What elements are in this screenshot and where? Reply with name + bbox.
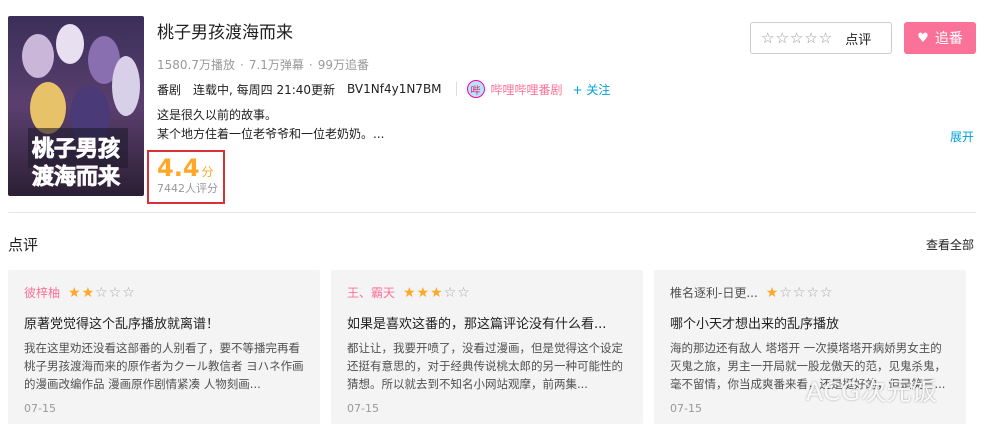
cover-title-top: 桃子男孩 [32, 136, 120, 162]
review-card[interactable]: 彼梓柚 ★★☆☆☆ 原著党觉得这个乱序播放就离谱！ 我在这里劝还没看这部番的人别… [8, 270, 320, 424]
review-date: 07-15 [347, 402, 379, 415]
review-stars: ★☆☆☆☆ [766, 285, 834, 301]
star-filled-icon: ★ [68, 284, 82, 301]
star-empty-icon: ☆ [95, 284, 109, 301]
star-empty-icon: ☆ [779, 284, 793, 301]
review-date: 07-15 [24, 402, 56, 415]
star-empty-icon: ☆ [792, 284, 807, 301]
star-icons: ☆☆☆☆☆ [761, 29, 834, 47]
follow-anime-label: 追番 [934, 31, 963, 47]
score-value: 4.4 [157, 154, 200, 182]
description: 这是很久以前的故事。 某个地方住着一位老爷爷和一位老奶奶。... [157, 106, 677, 144]
star-empty-icon: ☆ [806, 284, 821, 301]
watermark: ACG次元饭 [806, 377, 938, 406]
uploader-name[interactable]: 哔哩哔哩番剧 [491, 81, 563, 98]
uploader-avatar[interactable]: 哔 [466, 80, 485, 98]
air-status: 连载中, 每周四 21:40更新 [193, 82, 336, 97]
star-filled-icon: ★ [416, 284, 431, 301]
heart-icon: ♥ [917, 30, 929, 46]
reviews-section-title: 点评 [8, 236, 39, 254]
review-title: 如果是喜欢这番的，那这篇评论没有什么看... [347, 317, 607, 332]
danmaku-count: 7.1万弹幕 [248, 58, 304, 72]
star-empty-icon: ☆ [820, 284, 834, 301]
review-stars: ★★☆☆☆ [68, 285, 136, 301]
review-card[interactable]: 王、霸天 ★★★☆☆ 如果是喜欢这番的，那这篇评论没有什么看... 都让让，我要… [331, 270, 643, 424]
review-user[interactable]: 彼梓柚 [24, 284, 60, 301]
star-filled-icon: ★ [403, 284, 417, 301]
score-unit: 分 [201, 165, 214, 179]
follow-uploader-link[interactable]: + 关注 [573, 81, 611, 98]
section-divider [8, 212, 976, 213]
rating-count: 7442人评分 [157, 182, 218, 195]
rate-button[interactable]: ☆☆☆☆☆ 点评 [750, 22, 892, 54]
star-empty-icon: ☆ [122, 284, 136, 301]
star-empty-icon: ☆ [457, 284, 471, 301]
review-stars: ★★★☆☆ [403, 285, 471, 301]
media-type: 番剧 [157, 82, 182, 97]
review-body: 我在这里劝还没看这部番的人别看了，要不等播完再看桃子男孩渡海而来的原作者为クール… [24, 341, 304, 391]
review-user[interactable]: 王、霸天 [347, 284, 395, 301]
star-filled-icon: ★ [430, 284, 444, 301]
star-filled-icon: ★ [81, 284, 96, 301]
stats-separator: · [308, 58, 313, 72]
stats-separator: · [240, 58, 244, 72]
bvid: BV1Nf4y1N7BM [347, 82, 442, 96]
meta-line: 番剧 连载中, 每周四 21:40更新 BV1Nf4y1N7BM 哔 哔哩哔哩番… [157, 80, 622, 98]
expand-link[interactable]: 展开 [950, 128, 974, 145]
cover-image[interactable]: 桃子男孩 渡海而来 [8, 16, 144, 196]
play-count: 1580.7万播放 [157, 58, 235, 72]
rate-button-label: 点评 [845, 32, 872, 48]
review-user[interactable]: 椎名逐利-日更... [670, 284, 758, 301]
review-body: 都让让，我要开喷了，没看过漫画，但是觉得这个设定还挺有意思的，对于经典传说桃太郎… [347, 341, 623, 391]
follow-count: 99万追番 [317, 58, 370, 72]
description-line: 这是很久以前的故事。 [157, 108, 278, 122]
review-title: 原著党觉得这个乱序播放就离谱！ [24, 317, 220, 332]
divider [455, 82, 457, 96]
see-all-link[interactable]: 查看全部 [926, 236, 974, 253]
page-title: 桃子男孩渡海而来 [157, 23, 293, 43]
score-box: 4.4 分 7442人评分 [147, 150, 225, 204]
stats-line: 1580.7万播放 · 7.1万弹幕 · 99万追番 [157, 56, 369, 73]
star-filled-icon: ★ [765, 284, 780, 301]
star-empty-icon: ☆ [443, 284, 458, 301]
description-line: 某个地方住着一位老爷爷和一位老奶奶。... [157, 127, 385, 141]
score: 4.4 分 [157, 154, 223, 182]
follow-anime-button[interactable]: ♥ 追番 [904, 22, 976, 54]
star-empty-icon: ☆ [108, 284, 123, 301]
cover-title-bottom: 渡海而来 [32, 164, 121, 190]
review-title: 哪个小天才想出来的乱序播放 [670, 317, 840, 332]
